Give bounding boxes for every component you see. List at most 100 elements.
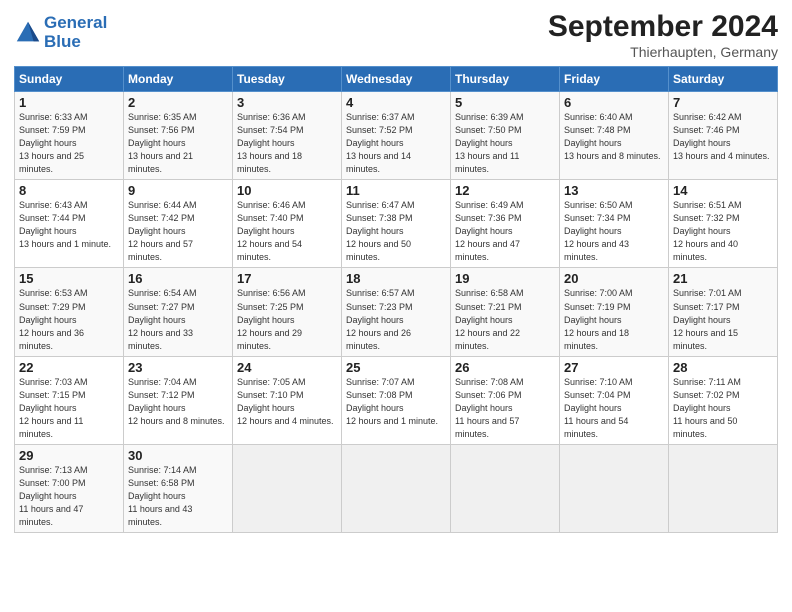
day-number: 28 [673, 360, 773, 375]
day-info: Sunrise: 6:43 AMSunset: 7:44 PMDaylight … [19, 199, 119, 251]
calendar-cell [233, 444, 342, 532]
calendar-cell: 12Sunrise: 6:49 AMSunset: 7:36 PMDayligh… [451, 180, 560, 268]
day-info: Sunrise: 6:44 AMSunset: 7:42 PMDaylight … [128, 199, 228, 264]
calendar-cell: 7Sunrise: 6:42 AMSunset: 7:46 PMDaylight… [669, 92, 778, 180]
day-number: 3 [237, 95, 337, 110]
calendar-week-row: 29Sunrise: 7:13 AMSunset: 7:00 PMDayligh… [15, 444, 778, 532]
day-number: 13 [564, 183, 664, 198]
day-info: Sunrise: 6:37 AMSunset: 7:52 PMDaylight … [346, 111, 446, 176]
day-number: 18 [346, 271, 446, 286]
day-number: 20 [564, 271, 664, 286]
day-info: Sunrise: 7:14 AMSunset: 6:58 PMDaylight … [128, 464, 228, 529]
calendar-cell: 19Sunrise: 6:58 AMSunset: 7:21 PMDayligh… [451, 268, 560, 356]
weekday-header: Wednesday [342, 67, 451, 92]
day-info: Sunrise: 6:57 AMSunset: 7:23 PMDaylight … [346, 287, 446, 352]
logo-text-general: General [44, 14, 107, 33]
calendar-cell: 25Sunrise: 7:07 AMSunset: 7:08 PMDayligh… [342, 356, 451, 444]
calendar-cell: 5Sunrise: 6:39 AMSunset: 7:50 PMDaylight… [451, 92, 560, 180]
calendar-cell: 21Sunrise: 7:01 AMSunset: 7:17 PMDayligh… [669, 268, 778, 356]
day-info: Sunrise: 6:36 AMSunset: 7:54 PMDaylight … [237, 111, 337, 176]
day-number: 19 [455, 271, 555, 286]
day-info: Sunrise: 6:42 AMSunset: 7:46 PMDaylight … [673, 111, 773, 163]
calendar-week-row: 1Sunrise: 6:33 AMSunset: 7:59 PMDaylight… [15, 92, 778, 180]
day-info: Sunrise: 7:01 AMSunset: 7:17 PMDaylight … [673, 287, 773, 352]
day-info: Sunrise: 6:58 AMSunset: 7:21 PMDaylight … [455, 287, 555, 352]
calendar-cell: 24Sunrise: 7:05 AMSunset: 7:10 PMDayligh… [233, 356, 342, 444]
weekday-header: Tuesday [233, 67, 342, 92]
day-info: Sunrise: 6:56 AMSunset: 7:25 PMDaylight … [237, 287, 337, 352]
calendar-week-row: 15Sunrise: 6:53 AMSunset: 7:29 PMDayligh… [15, 268, 778, 356]
calendar-cell: 22Sunrise: 7:03 AMSunset: 7:15 PMDayligh… [15, 356, 124, 444]
day-info: Sunrise: 7:00 AMSunset: 7:19 PMDaylight … [564, 287, 664, 352]
calendar-cell: 23Sunrise: 7:04 AMSunset: 7:12 PMDayligh… [124, 356, 233, 444]
weekday-header: Friday [560, 67, 669, 92]
calendar-cell: 28Sunrise: 7:11 AMSunset: 7:02 PMDayligh… [669, 356, 778, 444]
calendar-cell [560, 444, 669, 532]
day-info: Sunrise: 7:05 AMSunset: 7:10 PMDaylight … [237, 376, 337, 428]
calendar-cell: 17Sunrise: 6:56 AMSunset: 7:25 PMDayligh… [233, 268, 342, 356]
day-number: 17 [237, 271, 337, 286]
weekday-header: Monday [124, 67, 233, 92]
day-info: Sunrise: 6:47 AMSunset: 7:38 PMDaylight … [346, 199, 446, 264]
calendar-cell: 16Sunrise: 6:54 AMSunset: 7:27 PMDayligh… [124, 268, 233, 356]
day-info: Sunrise: 6:50 AMSunset: 7:34 PMDaylight … [564, 199, 664, 264]
day-info: Sunrise: 7:03 AMSunset: 7:15 PMDaylight … [19, 376, 119, 441]
day-number: 15 [19, 271, 119, 286]
calendar-cell [451, 444, 560, 532]
day-info: Sunrise: 6:46 AMSunset: 7:40 PMDaylight … [237, 199, 337, 264]
calendar-table: SundayMondayTuesdayWednesdayThursdayFrid… [14, 66, 778, 533]
day-info: Sunrise: 6:54 AMSunset: 7:27 PMDaylight … [128, 287, 228, 352]
calendar-cell: 4Sunrise: 6:37 AMSunset: 7:52 PMDaylight… [342, 92, 451, 180]
day-number: 11 [346, 183, 446, 198]
day-number: 30 [128, 448, 228, 463]
calendar-cell: 13Sunrise: 6:50 AMSunset: 7:34 PMDayligh… [560, 180, 669, 268]
day-number: 8 [19, 183, 119, 198]
day-number: 23 [128, 360, 228, 375]
calendar-cell: 6Sunrise: 6:40 AMSunset: 7:48 PMDaylight… [560, 92, 669, 180]
calendar-cell: 14Sunrise: 6:51 AMSunset: 7:32 PMDayligh… [669, 180, 778, 268]
day-info: Sunrise: 6:53 AMSunset: 7:29 PMDaylight … [19, 287, 119, 352]
calendar-cell: 20Sunrise: 7:00 AMSunset: 7:19 PMDayligh… [560, 268, 669, 356]
day-number: 29 [19, 448, 119, 463]
calendar-cell [342, 444, 451, 532]
day-info: Sunrise: 7:10 AMSunset: 7:04 PMDaylight … [564, 376, 664, 441]
calendar-container: General Blue September 2024 Thierhaupten… [0, 0, 792, 543]
day-number: 22 [19, 360, 119, 375]
day-info: Sunrise: 6:40 AMSunset: 7:48 PMDaylight … [564, 111, 664, 163]
weekday-header-row: SundayMondayTuesdayWednesdayThursdayFrid… [15, 67, 778, 92]
day-number: 6 [564, 95, 664, 110]
calendar-cell: 15Sunrise: 6:53 AMSunset: 7:29 PMDayligh… [15, 268, 124, 356]
logo-icon [14, 19, 42, 47]
day-info: Sunrise: 7:13 AMSunset: 7:00 PMDaylight … [19, 464, 119, 529]
calendar-cell: 30Sunrise: 7:14 AMSunset: 6:58 PMDayligh… [124, 444, 233, 532]
title-area: September 2024 Thierhaupten, Germany [548, 10, 778, 60]
day-number: 2 [128, 95, 228, 110]
day-number: 27 [564, 360, 664, 375]
day-number: 5 [455, 95, 555, 110]
day-info: Sunrise: 7:08 AMSunset: 7:06 PMDaylight … [455, 376, 555, 441]
calendar-cell: 9Sunrise: 6:44 AMSunset: 7:42 PMDaylight… [124, 180, 233, 268]
day-number: 14 [673, 183, 773, 198]
calendar-week-row: 22Sunrise: 7:03 AMSunset: 7:15 PMDayligh… [15, 356, 778, 444]
logo-text-blue: Blue [44, 33, 107, 52]
day-info: Sunrise: 7:04 AMSunset: 7:12 PMDaylight … [128, 376, 228, 428]
month-title: September 2024 [548, 10, 778, 44]
header-area: General Blue September 2024 Thierhaupten… [14, 10, 778, 60]
calendar-cell: 3Sunrise: 6:36 AMSunset: 7:54 PMDaylight… [233, 92, 342, 180]
calendar-cell: 26Sunrise: 7:08 AMSunset: 7:06 PMDayligh… [451, 356, 560, 444]
day-info: Sunrise: 6:33 AMSunset: 7:59 PMDaylight … [19, 111, 119, 176]
location: Thierhaupten, Germany [548, 44, 778, 60]
day-number: 24 [237, 360, 337, 375]
calendar-cell: 2Sunrise: 6:35 AMSunset: 7:56 PMDaylight… [124, 92, 233, 180]
day-info: Sunrise: 7:11 AMSunset: 7:02 PMDaylight … [673, 376, 773, 441]
weekday-header: Saturday [669, 67, 778, 92]
day-number: 10 [237, 183, 337, 198]
calendar-week-row: 8Sunrise: 6:43 AMSunset: 7:44 PMDaylight… [15, 180, 778, 268]
calendar-cell: 1Sunrise: 6:33 AMSunset: 7:59 PMDaylight… [15, 92, 124, 180]
day-number: 16 [128, 271, 228, 286]
day-number: 1 [19, 95, 119, 110]
day-number: 26 [455, 360, 555, 375]
day-info: Sunrise: 6:49 AMSunset: 7:36 PMDaylight … [455, 199, 555, 264]
weekday-header: Sunday [15, 67, 124, 92]
calendar-cell: 29Sunrise: 7:13 AMSunset: 7:00 PMDayligh… [15, 444, 124, 532]
